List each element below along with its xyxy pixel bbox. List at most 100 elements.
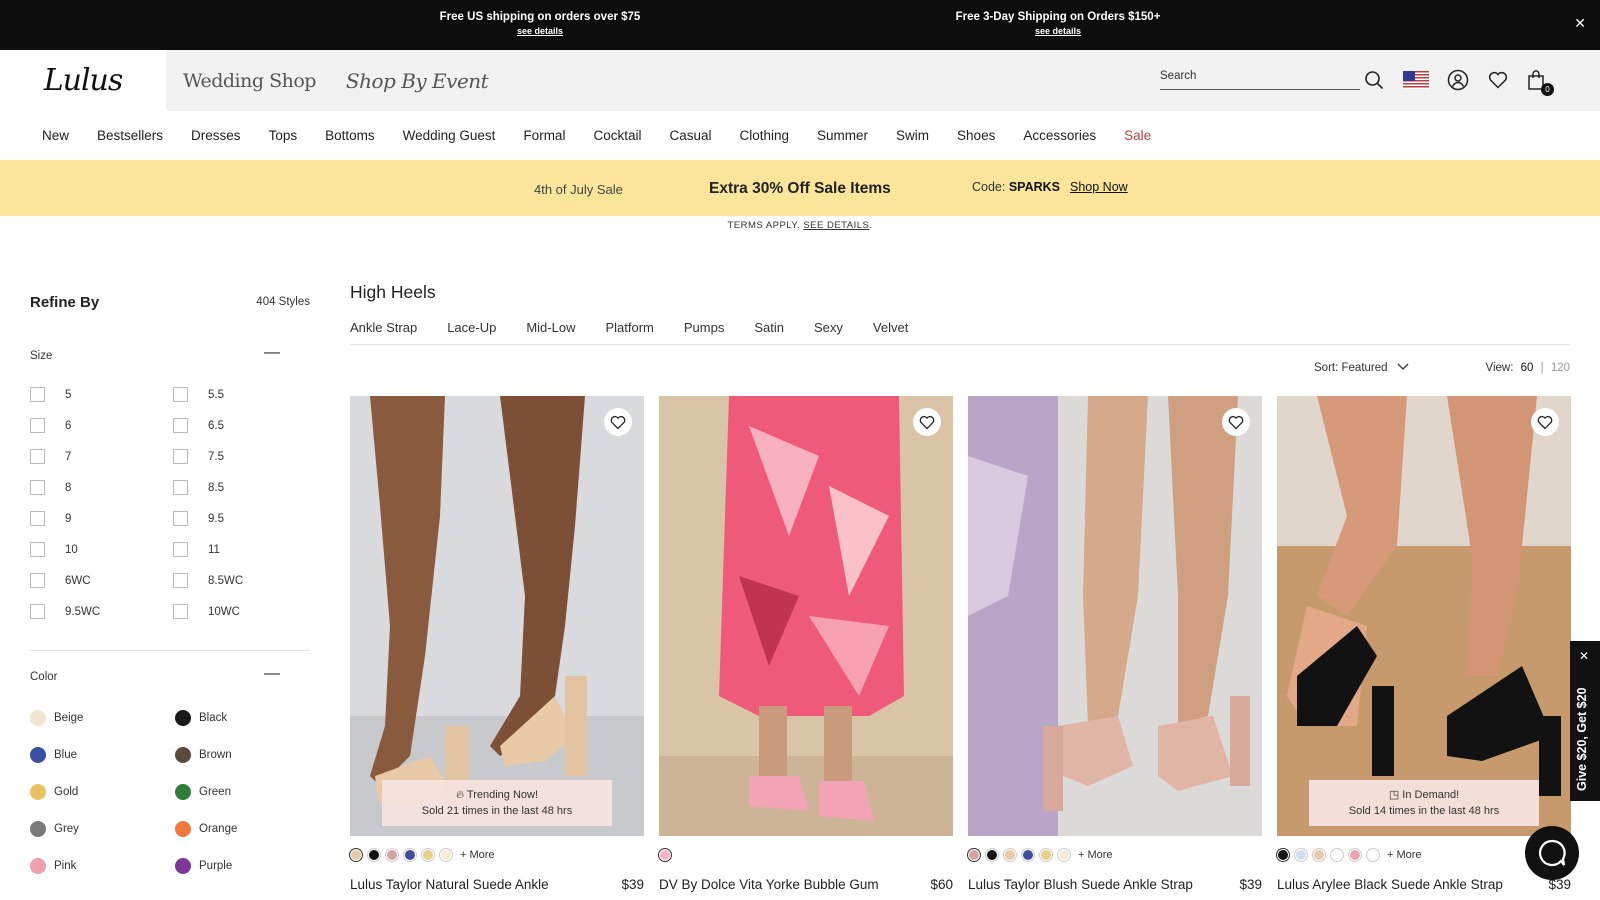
nav-item-summer[interactable]: Summer [817, 128, 868, 143]
product-color-swatch[interactable] [386, 849, 398, 861]
size-checkbox[interactable] [30, 604, 45, 619]
cart-icon[interactable]: 0 [1522, 66, 1554, 96]
referral-text[interactable]: Give $20, Get $20 [1575, 687, 1589, 791]
subcategory-link[interactable]: Velvet [873, 320, 908, 335]
product-color-swatch[interactable] [368, 849, 380, 861]
product-color-swatch[interactable] [1295, 849, 1307, 861]
nav-item-tops[interactable]: Tops [269, 128, 298, 143]
logo-container[interactable]: Lulus [0, 50, 166, 111]
color-option[interactable]: Beige [30, 710, 83, 726]
nav-item-bestsellers[interactable]: Bestsellers [97, 128, 163, 143]
search-icon[interactable] [1360, 66, 1388, 94]
size-checkbox[interactable] [173, 573, 188, 588]
size-checkbox[interactable] [30, 418, 45, 433]
more-colors-link[interactable]: + More [460, 849, 495, 861]
product-image[interactable] [968, 396, 1262, 836]
us-flag-icon[interactable] [1402, 66, 1430, 94]
wishlist-heart-icon[interactable] [1531, 408, 1559, 436]
shop-now-link[interactable]: Shop Now [1070, 180, 1128, 194]
color-swatch[interactable] [175, 710, 191, 726]
color-swatch[interactable] [175, 821, 191, 837]
size-option[interactable]: 9.5WC [30, 604, 100, 619]
product-card[interactable]: DV By Dolce Vita Yorke Bubble Gum $60 [659, 396, 953, 892]
product-color-swatch[interactable] [1331, 849, 1343, 861]
product-image[interactable]: ◳ In Demand! Sold 14 times in the last 4… [1277, 396, 1571, 836]
color-option[interactable]: Green [175, 784, 231, 800]
product-color-swatch[interactable] [1058, 849, 1070, 861]
subcategory-link[interactable]: Platform [605, 320, 653, 335]
size-checkbox[interactable] [30, 449, 45, 464]
more-colors-link[interactable]: + More [1078, 849, 1113, 861]
promo-banner[interactable]: 4th of July Sale Extra 30% Off Sale Item… [0, 160, 1600, 216]
size-option[interactable]: 9 [30, 511, 71, 526]
nav-item-new[interactable]: New [42, 128, 69, 143]
size-checkbox[interactable] [30, 480, 45, 495]
product-name[interactable]: DV By Dolce Vita Yorke Bubble Gum [659, 877, 879, 892]
size-checkbox[interactable] [173, 604, 188, 619]
product-color-swatch[interactable] [404, 849, 416, 861]
nav-item-swim[interactable]: Swim [896, 128, 929, 143]
product-card[interactable]: ◳ In Demand! Sold 14 times in the last 4… [1277, 396, 1571, 892]
logo[interactable]: Lulus [44, 63, 124, 98]
product-color-swatch[interactable] [1277, 849, 1289, 861]
close-icon[interactable]: ✕ [1574, 15, 1586, 32]
product-name[interactable]: Lulus Taylor Natural Suede Ankle [350, 877, 549, 892]
subcategory-link[interactable]: Mid-Low [526, 320, 575, 335]
product-color-swatch[interactable] [659, 849, 671, 861]
product-color-swatch[interactable] [1004, 849, 1016, 861]
sort-dropdown[interactable]: Sort: Featured [1314, 362, 1409, 374]
size-option[interactable]: 5.5 [173, 387, 224, 402]
product-color-swatch[interactable] [440, 849, 452, 861]
product-color-swatch[interactable] [1040, 849, 1052, 861]
referral-tab[interactable]: ✕ Give $20, Get $20 [1570, 641, 1600, 801]
product-color-swatch[interactable] [968, 849, 980, 861]
size-option[interactable]: 7 [30, 449, 71, 464]
color-option[interactable]: Pink [30, 858, 76, 874]
size-option[interactable]: 8.5 [173, 480, 224, 495]
color-collapse-icon[interactable]: — [264, 665, 280, 683]
product-color-swatch[interactable] [1022, 849, 1034, 861]
color-swatch[interactable] [30, 858, 46, 874]
size-option[interactable]: 8.5WC [173, 573, 243, 588]
subcategory-link[interactable]: Lace-Up [447, 320, 496, 335]
chat-icon[interactable] [1525, 826, 1579, 880]
color-section-label[interactable]: Color [30, 671, 57, 683]
color-swatch[interactable] [30, 710, 46, 726]
wedding-shop-link[interactable]: Wedding Shop [183, 70, 316, 92]
product-name[interactable]: Lulus Arylee Black Suede Ankle Strap [1277, 877, 1503, 892]
size-checkbox[interactable] [30, 542, 45, 557]
product-info[interactable]: DV By Dolce Vita Yorke Bubble Gum $60 [659, 877, 953, 892]
product-color-swatch[interactable] [986, 849, 998, 861]
color-option[interactable]: Black [175, 710, 227, 726]
size-option[interactable]: 8 [30, 480, 71, 495]
shop-by-event-link[interactable]: Shop By Event [346, 69, 489, 93]
subcategory-link[interactable]: Pumps [684, 320, 724, 335]
size-checkbox[interactable] [173, 511, 188, 526]
color-swatch[interactable] [30, 821, 46, 837]
color-swatch[interactable] [175, 747, 191, 763]
size-section-label[interactable]: Size [30, 350, 52, 362]
size-option[interactable]: 9.5 [173, 511, 224, 526]
search-input[interactable]: Search [1160, 70, 1360, 90]
wishlist-heart-icon[interactable] [1222, 408, 1250, 436]
nav-item-clothing[interactable]: Clothing [740, 128, 790, 143]
product-color-swatch[interactable] [422, 849, 434, 861]
color-swatch[interactable] [30, 784, 46, 800]
product-color-swatch[interactable] [1349, 849, 1361, 861]
product-card[interactable]: 🔥︎ Trending Now! Sold 21 times in the la… [350, 396, 644, 892]
view-60-option[interactable]: 60 [1521, 362, 1534, 374]
size-checkbox[interactable] [30, 387, 45, 402]
color-swatch[interactable] [30, 747, 46, 763]
size-option[interactable]: 7.5 [173, 449, 224, 464]
see-details-link-2[interactable]: see details [938, 24, 1178, 38]
size-option[interactable]: 11 [173, 542, 220, 557]
nav-item-shoes[interactable]: Shoes [957, 128, 995, 143]
wishlist-icon[interactable] [1484, 66, 1512, 94]
wishlist-heart-icon[interactable] [913, 408, 941, 436]
size-checkbox[interactable] [173, 418, 188, 433]
product-info[interactable]: Lulus Arylee Black Suede Ankle Strap $39 [1277, 877, 1571, 892]
nav-item-dresses[interactable]: Dresses [191, 128, 241, 143]
nav-item-wedding-guest[interactable]: Wedding Guest [403, 128, 496, 143]
size-option[interactable]: 6WC [30, 573, 91, 588]
color-option[interactable]: Purple [175, 858, 232, 874]
